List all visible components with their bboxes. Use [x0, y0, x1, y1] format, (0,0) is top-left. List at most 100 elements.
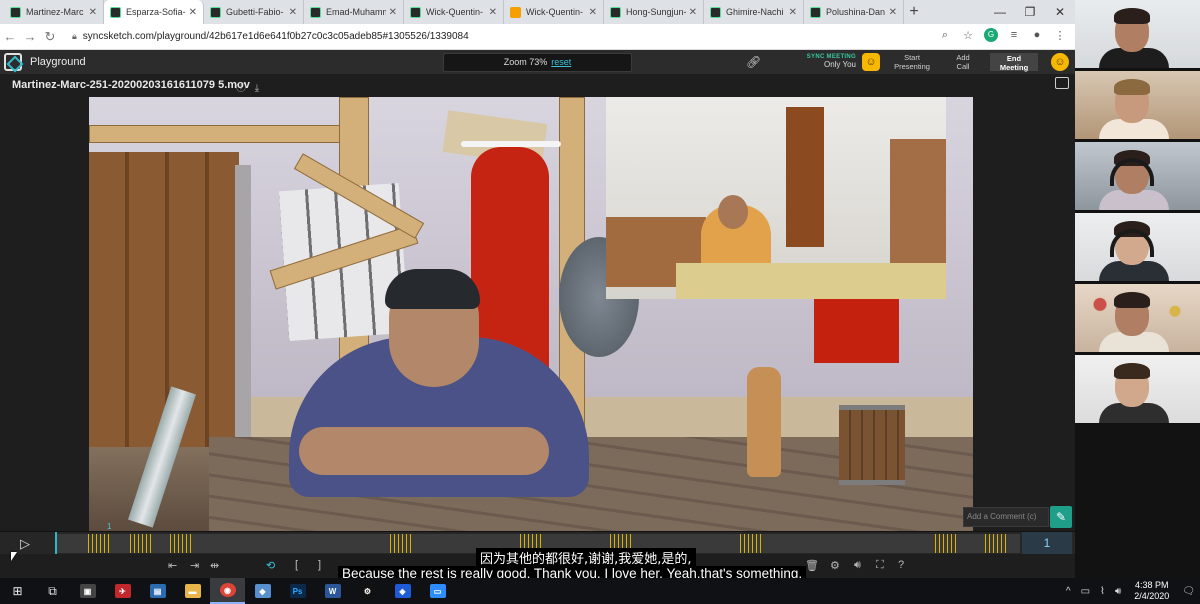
timeline-marker	[398, 534, 399, 553]
comment-input[interactable]: Add a Comment (c)	[963, 507, 1049, 527]
close-tab-icon[interactable]: ✕	[189, 7, 197, 18]
playhead-frame-label: 1	[107, 522, 112, 531]
star-icon[interactable]: ☆	[961, 29, 975, 42]
syncsketch-logo-icon[interactable]	[4, 53, 22, 71]
prev-frame-icon[interactable]: ⇤	[168, 559, 177, 572]
user-avatar-icon[interactable]: ☺	[1051, 53, 1069, 71]
participant-video[interactable]	[1075, 213, 1200, 283]
app-icon[interactable]: ◈	[385, 578, 420, 604]
word-icon[interactable]: W	[315, 578, 350, 604]
end-meeting-button[interactable]: End Meeting	[990, 53, 1038, 72]
delete-icon[interactable]: 🗑︎	[805, 559, 819, 572]
battery-icon[interactable]: ▭	[1081, 586, 1090, 597]
tab-bar: Martinez-Marc ✕ Esparza-Sofia- ✕ Gubetti-F…	[0, 0, 1075, 24]
close-tab-icon[interactable]: ✕	[289, 7, 297, 18]
task-view-icon[interactable]: ⧉	[35, 578, 70, 604]
participant-video[interactable]	[1075, 355, 1200, 425]
close-tab-icon[interactable]: ✕	[389, 7, 397, 18]
play-icon[interactable]: ▷	[20, 536, 30, 552]
timeline-marker	[1001, 534, 1002, 553]
notifications-icon[interactable]: 🗨︎	[1182, 586, 1195, 597]
browser-tab[interactable]: Wick-Quentin- ✕	[504, 0, 604, 24]
fullscreen-icon[interactable]: ⛶	[876, 559, 884, 572]
back-icon[interactable]: ←	[0, 29, 20, 44]
close-tab-icon[interactable]: ✕	[789, 7, 797, 18]
page-title: Playground	[30, 56, 86, 68]
start-windows-icon[interactable]: ⊞	[0, 578, 35, 604]
add-call-button[interactable]: Add Call	[946, 53, 980, 71]
out-point-icon[interactable]: ]	[318, 559, 321, 571]
close-tab-icon[interactable]: ✕	[889, 7, 897, 18]
button-line: Start	[904, 53, 920, 62]
url-field[interactable]: 🔒︎ syncsketch.com/playground/42b617e1d6e…	[72, 31, 469, 42]
syncsketch-favicon-icon	[10, 6, 21, 18]
loop-icon[interactable]: ⟲	[266, 559, 275, 572]
browser-tab-active[interactable]: Esparza-Sofia- ✕	[104, 0, 204, 24]
start-presenting-button[interactable]: Start Presenting	[889, 53, 935, 71]
playlist-icon[interactable]: ≡	[1007, 29, 1021, 41]
close-tab-icon[interactable]: ✕	[489, 7, 497, 18]
browser-tab[interactable]: Wick-Quentin- ✕	[404, 0, 504, 24]
app-icon[interactable]: ◆	[245, 578, 280, 604]
in-point-icon[interactable]: [	[295, 559, 298, 571]
close-tab-icon[interactable]: ✕	[689, 7, 697, 18]
mouse-cursor-icon	[11, 552, 17, 561]
restore-icon[interactable]: ❐	[1015, 0, 1045, 24]
settings-gear-icon[interactable]: ⚙	[830, 559, 840, 572]
search-icon[interactable]: ⌕	[938, 29, 952, 42]
network-icon[interactable]: ⌇	[1100, 586, 1105, 597]
chrome-icon[interactable]: ◉	[210, 578, 245, 604]
timeline-marker	[406, 534, 407, 553]
toolbar-icons: ⌕ ☆ G ≡ ● ⋮	[938, 28, 1067, 42]
show-hidden-icons-icon[interactable]: ^	[1066, 586, 1071, 597]
profile-avatar-icon[interactable]: ●	[1030, 29, 1044, 41]
close-tab-icon[interactable]: ✕	[589, 7, 597, 18]
zoom-app-icon[interactable]: ▭	[420, 578, 455, 604]
app-icon[interactable]: ▣	[70, 578, 105, 604]
grammarly-extension-icon[interactable]: G	[984, 28, 998, 42]
browser-tab[interactable]: Ghimire-Nachi ✕	[704, 0, 804, 24]
info-icon[interactable]: ⓘ	[236, 83, 246, 94]
minimize-icon[interactable]: —	[985, 0, 1015, 24]
reload-icon[interactable]: ↻	[40, 29, 60, 45]
participant-hair	[1114, 8, 1150, 24]
help-icon[interactable]: ?	[898, 559, 904, 571]
browser-tab[interactable]: Martinez-Marc ✕	[4, 0, 104, 24]
share-link-icon[interactable]: 🔗︎	[746, 55, 761, 69]
zoom-reset-link[interactable]: reset	[551, 57, 571, 67]
app-icon[interactable]: ✈	[105, 578, 140, 604]
menu-kebab-icon[interactable]: ⋮	[1053, 29, 1067, 42]
volume-tray-icon[interactable]: 🔊︎	[1115, 586, 1121, 597]
participant-video[interactable]	[1075, 71, 1200, 141]
clock[interactable]: 4:38 PM 2/4/2020	[1134, 580, 1169, 602]
scrub-icon[interactable]: ⇹	[210, 559, 219, 572]
video-viewer[interactable]	[89, 97, 973, 532]
timeline-marker	[108, 534, 109, 553]
screen: Martinez-Marc ✕ Esparza-Sofia- ✕ Gubetti-F…	[0, 0, 1200, 604]
next-frame-icon[interactable]: ⇥	[190, 559, 199, 572]
volume-icon[interactable]: 🔊︎	[854, 559, 861, 572]
timeline-marker	[1005, 534, 1006, 553]
participant-video[interactable]	[1075, 142, 1200, 212]
timeline-marker	[394, 534, 395, 553]
browser-tab[interactable]: Polushina-Dan ✕	[804, 0, 904, 24]
participant-video[interactable]	[1075, 284, 1200, 354]
new-tab-button[interactable]: +	[904, 0, 924, 24]
timeline-marker	[190, 534, 191, 553]
comment-send-icon[interactable]: ✎	[1050, 506, 1072, 528]
close-tab-icon[interactable]: ✕	[89, 7, 97, 18]
browser-tab[interactable]: Hong-Sungjun- ✕	[604, 0, 704, 24]
smiley-avatar-icon[interactable]: ☺	[862, 53, 880, 71]
playhead[interactable]: 1	[55, 522, 111, 555]
forward-icon[interactable]: →	[20, 29, 40, 44]
app-icon[interactable]: ▤	[140, 578, 175, 604]
app-icon[interactable]: ⚙	[350, 578, 385, 604]
participant-video[interactable]	[1075, 0, 1200, 70]
browser-tab[interactable]: Gubetti-Fabio- ✕	[204, 0, 304, 24]
download-icon[interactable]: ⤓	[255, 83, 259, 94]
comments-panel-icon[interactable]	[1055, 77, 1069, 89]
close-window-icon[interactable]: ✕	[1045, 0, 1075, 24]
file-explorer-icon[interactable]: ▬	[175, 578, 210, 604]
photoshop-icon[interactable]: Ps	[280, 578, 315, 604]
browser-tab[interactable]: Emad-Muhamm ✕	[304, 0, 404, 24]
